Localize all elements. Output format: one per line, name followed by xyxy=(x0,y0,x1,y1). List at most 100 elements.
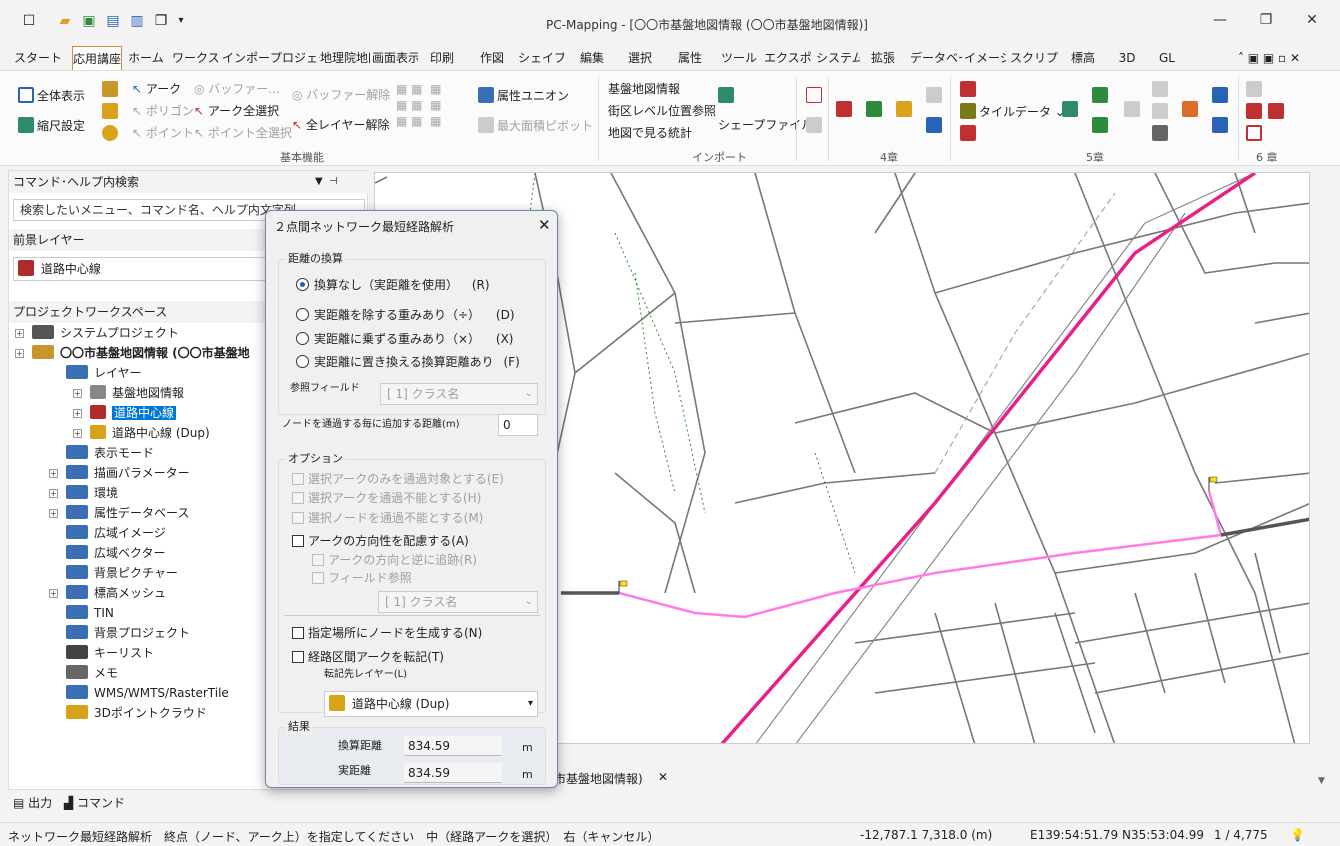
node-add-input[interactable]: 0 xyxy=(498,414,538,436)
shapefile-import-button[interactable]: シェープファイル xyxy=(718,117,813,133)
ch5-tool-icon-2[interactable] xyxy=(960,125,979,142)
tree-item[interactable]: 広域イメージ xyxy=(49,523,166,543)
ch4-tool-icon-1[interactable] xyxy=(806,87,825,104)
tab-scroll-icon[interactable]: ▼ xyxy=(1318,776,1325,786)
tree-item[interactable]: + 描画パラメーター xyxy=(49,463,190,483)
tab-1[interactable]: 応用講座 xyxy=(72,46,122,70)
buffer-button[interactable]: ◎ バッファー... xyxy=(194,81,280,97)
transfer-layer-select[interactable]: 道路中心線 (Dup) ▾ xyxy=(324,691,538,717)
checkbox-selected-arc-block[interactable]: 選択アークを通過不能とする(H) xyxy=(292,490,481,506)
ch5-tool-icon-6[interactable] xyxy=(1124,101,1143,118)
ch5-tool-icon-8[interactable] xyxy=(1152,103,1171,120)
point-select-button[interactable]: ↖ ポイント xyxy=(132,125,194,141)
checkbox-selected-node-block[interactable]: 選択ノードを通過不能とする(M) xyxy=(292,510,483,526)
tree-item[interactable]: 3Dポイントクラウド xyxy=(49,703,207,723)
expand-icon[interactable]: + xyxy=(49,489,58,498)
arc-all-select-button[interactable]: ↖ アーク全選択 xyxy=(194,103,279,119)
tab-2[interactable]: ホーム xyxy=(128,46,164,70)
tab-0[interactable]: スタート xyxy=(14,46,62,70)
minimize-icon[interactable]: — xyxy=(1210,12,1230,28)
attr-union-button[interactable]: 属性ユニオン xyxy=(478,87,569,104)
expand-icon[interactable]: + xyxy=(15,329,24,338)
tab-16[interactable]: システム xyxy=(816,46,860,70)
ch6-tool-icon-2[interactable] xyxy=(1246,103,1265,120)
tab-12[interactable]: 選択 xyxy=(620,46,660,70)
tab-11[interactable]: 編集 xyxy=(572,46,612,70)
tree-item[interactable]: WMS/WMTS/RasterTile xyxy=(49,683,229,703)
checkbox-field-reference[interactable]: フィールド参照 xyxy=(312,570,412,586)
ch5-tool-icon-10[interactable] xyxy=(1182,101,1201,118)
expand-icon[interactable]: + xyxy=(73,389,82,398)
gaiku-import-button[interactable]: 街区レベル位置参照 xyxy=(608,103,716,119)
polygon-select-button[interactable]: ↖ ポリゴン xyxy=(132,103,194,119)
tab-21[interactable]: 標高 xyxy=(1064,46,1102,70)
arc-tool-icon[interactable] xyxy=(102,81,121,98)
shape-import-icon[interactable] xyxy=(718,87,737,104)
ch5-tool-icon-7[interactable] xyxy=(1152,81,1171,98)
tree-item[interactable]: メモ xyxy=(49,663,118,683)
expand-icon[interactable]: + xyxy=(49,509,58,518)
ch5-tool-icon-12[interactable] xyxy=(1212,117,1231,134)
point-all-select-button[interactable]: ↖ ポイント全選択 xyxy=(194,125,292,141)
output-tab[interactable]: ▤ 出力 xyxy=(13,796,52,810)
tab-4[interactable]: インポート xyxy=(222,46,270,70)
expand-icon[interactable]: + xyxy=(49,589,58,598)
tab-18[interactable]: データベース xyxy=(910,46,962,70)
tab-17[interactable]: 拡張 xyxy=(864,46,902,70)
radio-replace-distance[interactable]: 実距離に置き換える換算距離あり (F) xyxy=(296,354,520,370)
ch6-tool-icon-4[interactable] xyxy=(1268,103,1287,120)
checkbox-selected-arc-only[interactable]: 選択アークのみを通過対象とする(E) xyxy=(292,471,504,487)
lightbulb-icon[interactable]: 💡 xyxy=(1290,828,1305,842)
tree-item[interactable]: + 〇〇市基盤地図情報 (〇〇市基盤地 xyxy=(15,343,250,363)
tab-5[interactable]: プロジェクト xyxy=(270,46,320,70)
tree-item[interactable]: 背景ピクチャー xyxy=(49,563,178,583)
kiban-import-button[interactable]: 基盤地図情報 xyxy=(608,81,680,97)
tab-8[interactable]: 印刷 xyxy=(422,46,462,70)
checkbox-arc-direction[interactable]: アークの方向性を配慮する(A) xyxy=(292,533,469,549)
tab-6[interactable]: 地理院地図 xyxy=(320,46,370,70)
full-view-button[interactable]: 全体表示 xyxy=(18,87,85,104)
tree-item[interactable]: レイヤー xyxy=(49,363,142,383)
tab-9[interactable]: 作図 xyxy=(472,46,512,70)
tree-item[interactable]: + 基盤地図情報 xyxy=(73,383,184,403)
close-icon[interactable]: ✕ xyxy=(1302,12,1322,28)
tree-item[interactable]: + 道路中心線 xyxy=(73,403,177,423)
direction-field-select[interactable]: [ 1] クラス名 ⌄ xyxy=(378,591,538,613)
checkbox-create-node[interactable]: 指定場所にノードを生成する(N) xyxy=(292,625,482,641)
all-layer-clear-button[interactable]: ↖ 全レイヤー解除 xyxy=(292,117,390,133)
ch4-tool-icon-3[interactable] xyxy=(836,101,855,118)
tab-13[interactable]: 属性 xyxy=(670,46,710,70)
ch5-tool-icon-9[interactable] xyxy=(1152,125,1171,142)
tree-item[interactable]: + 道路中心線 (Dup) xyxy=(73,423,210,443)
expand-icon[interactable]: + xyxy=(73,429,82,438)
tab-10[interactable]: シェイプ xyxy=(518,46,564,70)
dialog-close-icon[interactable]: ✕ xyxy=(538,217,551,233)
scale-button[interactable]: 縮尺設定 xyxy=(18,117,85,134)
ch4-tool-icon-2[interactable] xyxy=(806,117,825,134)
radio-divide-weight[interactable]: 実距離を除する重みあり（÷） (D) xyxy=(296,307,515,323)
tab-7[interactable]: 画面表示 xyxy=(372,46,418,70)
max-area-pivot-button[interactable]: 最大面積ピボット xyxy=(478,117,593,134)
tree-item[interactable]: + 標高メッシュ xyxy=(49,583,166,603)
tab-19[interactable]: イメージ xyxy=(964,46,1006,70)
expand-icon[interactable]: + xyxy=(73,409,82,418)
tab-20[interactable]: スクリプト xyxy=(1010,46,1060,70)
toukei-import-button[interactable]: 地図で見る統計 xyxy=(608,125,692,141)
tab-14[interactable]: ツール xyxy=(716,46,762,70)
tree-item[interactable]: 広域ベクター xyxy=(49,543,166,563)
tab-15[interactable]: エクスポート xyxy=(764,46,812,70)
expand-icon[interactable]: + xyxy=(15,349,24,358)
ch4-tool-icon-7[interactable] xyxy=(926,117,945,134)
checkbox-reverse-direction[interactable]: アークの方向と逆に追跡(R) xyxy=(312,552,477,568)
tree-item[interactable]: + 属性データベース xyxy=(49,503,189,523)
ref-field-select[interactable]: [ 1] クラス名 ⌄ xyxy=(380,383,538,405)
ch5-tool-icon-11[interactable] xyxy=(1212,87,1231,104)
ch5-tool-icon-1[interactable] xyxy=(960,81,979,98)
ch4-tool-icon-5[interactable] xyxy=(896,101,915,118)
buffer-clear-button[interactable]: ◎ バッファー解除 xyxy=(292,87,390,103)
ch5-tool-icon-3[interactable] xyxy=(1062,101,1081,118)
tile-data-button[interactable]: タイルデータ ⌄ xyxy=(960,103,1065,120)
ch6-tool-icon-1[interactable] xyxy=(1246,81,1265,98)
tree-item[interactable]: キーリスト xyxy=(49,643,154,663)
close-tab-icon[interactable]: ✕ xyxy=(658,770,668,784)
